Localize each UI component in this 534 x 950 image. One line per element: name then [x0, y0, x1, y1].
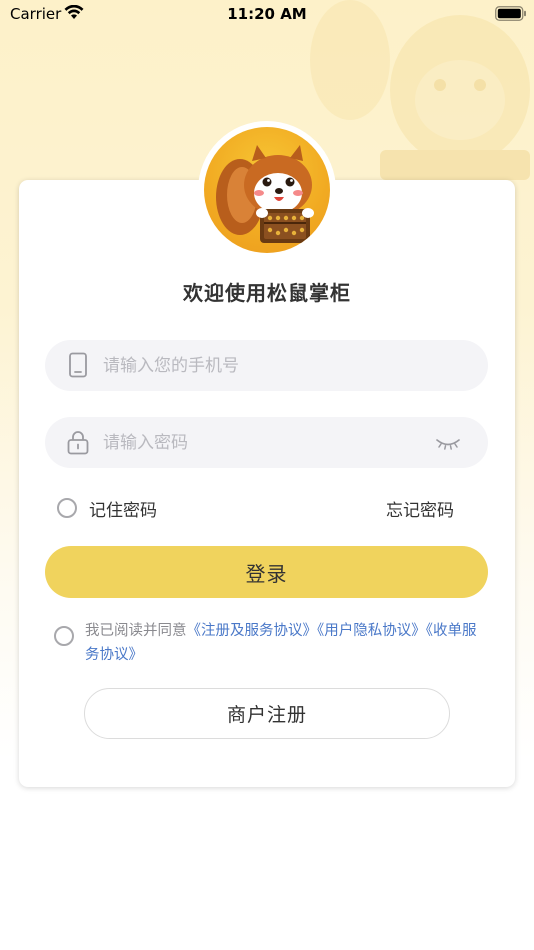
- avatar: [198, 121, 336, 259]
- status-bar: Carrier 11:20 AM: [0, 0, 534, 28]
- remember-password-toggle[interactable]: 记住密码: [57, 495, 157, 521]
- battery-icon: [495, 6, 526, 21]
- lock-icon: [67, 431, 89, 455]
- phone-field[interactable]: [45, 340, 488, 391]
- remember-password-label: 记住密码: [89, 500, 157, 521]
- welcome-title: 欢迎使用松鼠掌柜: [183, 281, 351, 305]
- user-privacy-agreement-link[interactable]: 《用户隐私协议》: [317, 623, 426, 639]
- agreement-prefix: 我已阅读并同意: [85, 623, 187, 639]
- agreement-text: 我已阅读并同意《注册及服务协议》《用户隐私协议》《收单服务协议》: [85, 619, 480, 667]
- password-field[interactable]: [45, 417, 488, 468]
- eye-closed-icon[interactable]: [435, 433, 461, 453]
- registration-service-agreement-link[interactable]: 《注册及服务协议》: [187, 623, 318, 639]
- remember-radio[interactable]: [57, 498, 77, 518]
- background-mascot-watermark: [310, 0, 530, 180]
- password-input[interactable]: [103, 417, 423, 468]
- squirrel-mascot-icon: [204, 127, 330, 253]
- login-button[interactable]: 登录: [45, 546, 488, 598]
- phone-icon: [69, 352, 87, 378]
- status-time: 11:20 AM: [227, 5, 307, 23]
- forgot-password-link[interactable]: 忘记密码: [386, 496, 454, 521]
- agreement-radio[interactable]: [54, 626, 74, 646]
- phone-input[interactable]: [103, 340, 423, 391]
- merchant-register-button[interactable]: 商户注册: [84, 688, 450, 739]
